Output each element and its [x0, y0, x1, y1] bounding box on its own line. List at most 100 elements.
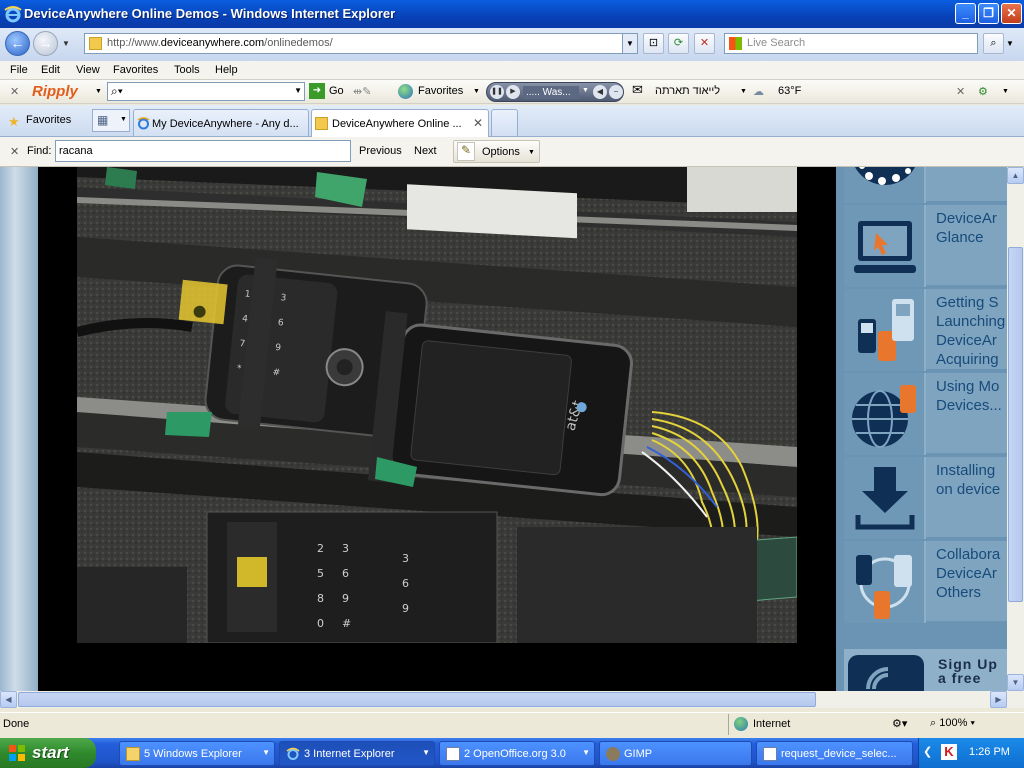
group-dropdown-icon: ▼: [582, 748, 590, 757]
live-search-input[interactable]: Live Search: [724, 33, 978, 54]
vertical-scrollbar[interactable]: ▲ ▼: [1007, 167, 1024, 691]
go-arrow-icon[interactable]: ➜: [309, 83, 325, 99]
tray-expand-icon[interactable]: ❮: [923, 745, 932, 758]
svg-text:5: 5: [317, 567, 324, 580]
page-tab-icon: [315, 117, 328, 130]
menu-file[interactable]: File: [10, 64, 28, 76]
sidebar-item-using-mobile[interactable]: Using Mo Devices...: [844, 373, 1007, 455]
favorites-star-icon[interactable]: ★: [8, 114, 20, 130]
options-dropdown-icon: ▼: [528, 149, 535, 156]
highlight-pencil-icon[interactable]: ✎: [457, 142, 475, 161]
device-video-frame[interactable]: 123 456 789 *0# at&t: [77, 167, 797, 643]
tab-list-dropdown-icon[interactable]: ▼: [120, 116, 127, 123]
ripply-favorites-button[interactable]: Favorites: [418, 85, 463, 97]
mail-icon[interactable]: ✉: [632, 82, 643, 98]
weather-temperature[interactable]: 63°F: [778, 85, 801, 97]
ripply-dropdown-icon[interactable]: ▼: [95, 88, 102, 95]
close-button[interactable]: ✕: [1001, 3, 1022, 24]
start-button[interactable]: start: [0, 738, 96, 768]
find-input[interactable]: [55, 140, 351, 162]
horizontal-scrollbar[interactable]: ◀ ▶: [0, 691, 1024, 708]
group-dropdown-icon: ▼: [422, 748, 430, 757]
horizontal-scroll-thumb[interactable]: [18, 692, 816, 707]
sidebar-item-glance[interactable]: DeviceAr Glance: [844, 205, 1007, 287]
ripply-search-dropdown-icon[interactable]: ▼: [294, 86, 302, 95]
hebrew-news-text[interactable]: לייאוד תארתה: [655, 85, 720, 97]
favorites-dropdown-icon[interactable]: ▼: [473, 88, 480, 95]
clock[interactable]: 1:26 PM: [969, 746, 1010, 758]
scroll-up-button[interactable]: ▲: [1007, 167, 1024, 184]
antivirus-icon[interactable]: K: [941, 744, 957, 760]
favorites-center-button[interactable]: Favorites: [26, 114, 71, 126]
quick-tabs-button[interactable]: ▦ ▼: [92, 109, 130, 132]
find-previous-button[interactable]: Previous: [359, 145, 402, 157]
back-button[interactable]: ←: [5, 31, 30, 56]
find-label: Find:: [27, 145, 52, 157]
task-internet-explorer[interactable]: 3 Internet Explorer ▼: [279, 741, 435, 766]
refresh-icon[interactable]: ⟳: [668, 33, 689, 54]
history-dropdown-icon[interactable]: ▼: [62, 39, 70, 48]
task-gimp[interactable]: GIMP: [599, 741, 752, 766]
scroll-left-button[interactable]: ◀: [0, 691, 17, 708]
menu-favorites[interactable]: Favorites: [113, 64, 158, 76]
ie-logo-icon: [4, 6, 22, 23]
minus-icon[interactable]: −: [609, 85, 623, 99]
find-next-button[interactable]: Next: [414, 145, 437, 157]
pause-icon[interactable]: ❚❚: [490, 85, 504, 99]
address-bar[interactable]: http://www.deviceanywhere.com/onlinedemo…: [84, 33, 638, 54]
task-openoffice[interactable]: 2 OpenOffice.org 3.0 ▼: [439, 741, 595, 766]
toolbar-right-close-icon[interactable]: ✕: [956, 85, 965, 98]
play-icon[interactable]: ▶: [506, 85, 520, 99]
globe-dots-icon: [844, 167, 926, 203]
scroll-down-button[interactable]: ▼: [1007, 674, 1024, 691]
compatibility-icon[interactable]: ⊡: [643, 33, 664, 54]
toolbar-close-icon[interactable]: ✕: [10, 85, 19, 98]
document-icon: [446, 747, 460, 761]
search-icon[interactable]: ⌕: [983, 33, 1004, 54]
sidebar-item-collaborate[interactable]: Collabora DeviceAr Others: [844, 541, 1007, 623]
task-windows-explorer[interactable]: 5 Windows Explorer ▼: [119, 741, 275, 766]
addon-dropdown-icon[interactable]: ▼: [1002, 88, 1009, 95]
media-player[interactable]: ❚❚ ▶ ..... Was... ▼ ◀ −: [486, 82, 624, 102]
ripply-search-input[interactable]: ⌕▾ ▼: [107, 82, 305, 101]
sidebar-item-label: Getting S Launching DeviceAr Acquiring: [936, 294, 1006, 368]
url-text[interactable]: http://www.deviceanywhere.com/onlinedemo…: [107, 37, 333, 49]
addon-icon[interactable]: ⚙: [978, 85, 988, 98]
find-options-button[interactable]: ✎ Options ▼: [453, 140, 540, 163]
menu-view[interactable]: View: [76, 64, 100, 76]
phones-in-rack-image: 123 456 789 *0# at&t: [77, 167, 797, 643]
tab-deviceanywhere-online[interactable]: DeviceAnywhere Online ... ✕: [311, 109, 489, 137]
zoom-level[interactable]: ⌕ 100% ▾: [930, 717, 975, 730]
status-text: Done: [3, 718, 30, 730]
news-dropdown-icon[interactable]: ▼: [740, 88, 747, 95]
new-tab-button[interactable]: [491, 109, 518, 136]
menu-help[interactable]: Help: [215, 64, 238, 76]
protected-mode-icon[interactable]: ⚙▾: [892, 717, 907, 730]
forward-button[interactable]: →: [33, 31, 58, 56]
menu-tools[interactable]: Tools: [174, 64, 200, 76]
scroll-right-button[interactable]: ▶: [990, 691, 1007, 708]
stop-icon[interactable]: ✕: [694, 33, 715, 54]
windows-flag-icon: [9, 745, 25, 761]
security-zone[interactable]: Internet: [728, 714, 878, 735]
task-request-device[interactable]: request_device_selec...: [756, 741, 913, 766]
volume-icon[interactable]: ◀: [593, 85, 607, 99]
find-close-icon[interactable]: ✕: [10, 145, 19, 158]
vertical-scroll-thumb[interactable]: [1008, 247, 1023, 602]
menu-edit[interactable]: Edit: [41, 64, 60, 76]
tab-my-deviceanywhere[interactable]: My DeviceAnywhere - Any d...: [133, 109, 309, 136]
search-options-icon[interactable]: ▼: [1006, 39, 1014, 48]
sidebar-item-installing[interactable]: Installing on device: [844, 457, 1007, 539]
signup-banner[interactable]: Sign Up a free: [844, 649, 1007, 691]
tab-close-icon[interactable]: ✕: [473, 116, 483, 130]
sidebar-item-getting-started[interactable]: Getting S Launching DeviceAr Acquiring: [844, 289, 1007, 371]
go-button[interactable]: Go: [329, 85, 344, 97]
ripply-logo[interactable]: Ripply: [32, 83, 78, 100]
highlighter-icon[interactable]: ⇹✎: [353, 85, 371, 98]
maximize-button[interactable]: ❐: [978, 3, 999, 24]
sidebar-item-top[interactable]: [844, 167, 1007, 203]
video-player[interactable]: 123 456 789 *0# at&t: [38, 167, 836, 691]
address-dropdown-icon[interactable]: ▼: [622, 34, 637, 53]
track-dropdown-icon[interactable]: ▼: [582, 87, 589, 94]
minimize-button[interactable]: _: [955, 3, 976, 24]
